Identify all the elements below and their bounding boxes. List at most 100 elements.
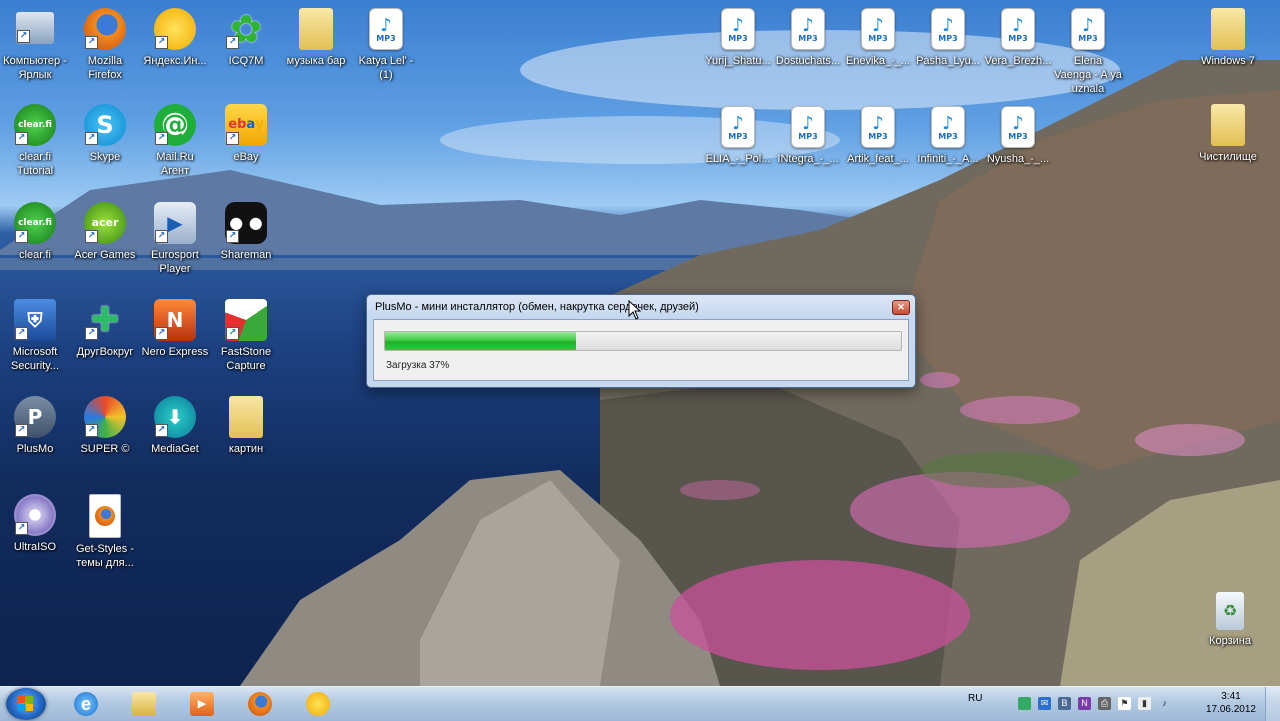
desktop-icon-ultraiso[interactable]: ↗ UltraISO [1, 494, 69, 554]
start-button[interactable] [6, 688, 46, 720]
clock[interactable]: 3:41 17.06.2012 [1206, 690, 1256, 716]
mail-icon[interactable]: ✉ [1038, 697, 1051, 710]
firefox-icon: ↗ [84, 8, 126, 50]
desktop-icon-drugvokrug[interactable]: ✚ ↗ ДругВокруг [71, 299, 139, 359]
desktop-icon-vera-brezh[interactable]: ♪ MP3 Vera_Brezh... [984, 8, 1052, 68]
language-indicator[interactable]: RU [968, 693, 982, 704]
desktop-icon-artik-feat[interactable]: ♪ MP3 Artik_feat_... [844, 106, 912, 166]
volume-icon[interactable]: ♪ [1158, 697, 1171, 710]
desktop-icon-ebay[interactable]: eb a y ↗ eBay [212, 104, 280, 164]
mp3-icon: ♪ MP3 [1071, 8, 1105, 50]
desktop-icon-computer[interactable]: ↗ Компьютер - Ярлык [1, 8, 69, 82]
desktop-icon-firefox[interactable]: ↗ Mozilla Firefox [71, 8, 139, 82]
desktop-icon-infiniti[interactable]: ♪ MP3 Infiniti_-_A... [914, 106, 982, 166]
battery-icon[interactable]: ▮ [1138, 697, 1151, 710]
clock-date: 17.06.2012 [1205, 704, 1256, 715]
desktop-icon-plusmo[interactable]: P ↗ PlusMo [1, 396, 69, 456]
clearfi-icon: clear.fi ↗ [14, 104, 56, 146]
download-status: Загрузка 37% [386, 360, 450, 371]
progress-bar [384, 331, 902, 351]
plusmo-icon: P ↗ [14, 396, 56, 438]
show-desktop-button[interactable] [1265, 687, 1280, 721]
mp3-icon: ♪ MP3 [861, 8, 895, 50]
desktop-icon-shareman[interactable]: ● ● ↗ Shareman [212, 202, 280, 262]
desktop-icon-kartin[interactable]: картин [212, 396, 280, 456]
media-player-icon: ▶ [190, 692, 214, 716]
flag-icon[interactable]: ⚑ [1118, 697, 1131, 710]
icq-icon: ✿ ↗ [225, 8, 267, 50]
desktop-icon-yurij-shatu[interactable]: ♪ MP3 Yurij_Shatu... [704, 8, 772, 68]
network-icon[interactable] [1018, 697, 1031, 710]
firefox-icon [248, 692, 272, 716]
desktop-icon-super[interactable]: ↗ SUPER © [71, 396, 139, 456]
folder-icon [299, 8, 333, 50]
desktop-icon-microsoft-security[interactable]: ⛨ ↗ Microsoft Security... [1, 299, 69, 373]
recycle-bin-icon: ♻ [1216, 592, 1244, 630]
skype-icon: S ↗ [84, 104, 126, 146]
desktop-icon-chistilishche[interactable]: Чистилище [1194, 104, 1262, 164]
mp3-icon: ♪ MP3 [861, 106, 895, 148]
yandex-icon [306, 692, 330, 716]
desktop-icon-acer-games[interactable]: acer ↗ Acer Games [71, 202, 139, 262]
desktop-icon-mailru-agent[interactable]: @ ↗ Mail.Ru Агент [141, 104, 209, 178]
mp3-icon: ♪ MP3 [791, 106, 825, 148]
system-tray: RU ✉ В N ⎙ ⚑ ▮ ♪ 3:41 17.06.2012 [960, 687, 1280, 721]
security-icon: ⛨ ↗ [14, 299, 56, 341]
printer-icon[interactable]: ⎙ [1098, 697, 1111, 710]
desktop-icon-muzyka-bar[interactable]: музыка бар [282, 8, 350, 68]
desktop-icon-dostuchats[interactable]: ♪ MP3 Dostuchats... [774, 8, 842, 68]
acer-games-icon: acer ↗ [84, 202, 126, 244]
mp3-icon: ♪ MP3 [931, 106, 965, 148]
desktop-icon-integra[interactable]: ♪ MP3 INtegra_-_... [774, 106, 842, 166]
mp3-icon: ♪ MP3 [721, 8, 755, 50]
desktop-icon-eurosport[interactable]: ▶ ↗ Eurosport Player [141, 202, 209, 276]
taskbar-firefox[interactable] [234, 689, 286, 719]
super-icon: ↗ [84, 396, 126, 438]
folder-icon [1211, 104, 1245, 146]
taskbar-internet-explorer[interactable]: e [60, 689, 112, 719]
desktop-icon-enevika[interactable]: ♪ MP3 Enevika_-_... [844, 8, 912, 68]
mp3-icon: ♪ MP3 [721, 106, 755, 148]
desktop-icon-recycle-bin[interactable]: ♻ Корзина [1196, 592, 1264, 648]
faststone-icon: ↗ [225, 299, 267, 341]
mp3-icon: ♪ MP3 [931, 8, 965, 50]
internet-explorer-icon: e [74, 692, 98, 716]
taskbar-yandex[interactable] [292, 689, 344, 719]
eurosport-icon: ▶ ↗ [154, 202, 196, 244]
dialog-body: Загрузка 37% [373, 319, 909, 381]
desktop[interactable]: ↗ Компьютер - Ярлык clear.fi ↗ clear.fi T… [0, 0, 1280, 686]
mp3-icon: ♪ MP3 [369, 8, 403, 50]
mp3-icon: ♪ MP3 [791, 8, 825, 50]
desktop-icon-clearfi[interactable]: clear.fi ↗ clear.fi [1, 202, 69, 262]
desktop-icon-icq[interactable]: ✿ ↗ ICQ7M [212, 8, 280, 68]
desktop-icon-skype[interactable]: S ↗ Skype [71, 104, 139, 164]
folder-icon [1211, 8, 1245, 50]
desktop-icon-windows7[interactable]: Windows 7 [1194, 8, 1262, 68]
yandex-icon: ↗ [154, 8, 196, 50]
windows-logo-icon [18, 696, 34, 712]
desktop-icon-get-styles[interactable]: Get-Styles - темы для... [71, 494, 139, 570]
desktop-icon-nero-express[interactable]: N ↗ Nero Express [141, 299, 209, 359]
desktop-icon-pasha-lyu[interactable]: ♪ MP3 Pasha_Lyu... [914, 8, 982, 68]
desktop-icon-faststone[interactable]: ↗ FastStone Capture [212, 299, 280, 373]
close-button[interactable]: ✕ [892, 300, 910, 315]
nero-icon: N ↗ [154, 299, 196, 341]
taskbar-explorer[interactable] [118, 689, 170, 719]
desktop-icon-elena-vaenga[interactable]: ♪ MP3 Elena Vaenga - A ya uznala [1054, 8, 1122, 96]
mouse-cursor-icon [628, 300, 642, 320]
desktop-icon-clearfi-tutorial[interactable]: clear.fi ↗ clear.fi Tutorial [1, 104, 69, 178]
vkontakte-icon[interactable]: В [1058, 697, 1071, 710]
desktop-icon-mediaget[interactable]: ⬇ ↗ MediaGet [141, 396, 209, 456]
explorer-folder-icon [132, 692, 156, 716]
ebay-icon: eb a y ↗ [225, 104, 267, 146]
taskbar-media-player[interactable]: ▶ [176, 689, 228, 719]
taskbar: e ▶ RU ✉ В N ⎙ ⚑ ▮ ♪ 3:41 17.06.2012 [0, 686, 1280, 721]
desktop-icon-elia-pol[interactable]: ♪ MP3 ELIA_-_Pol... [704, 106, 772, 166]
onenote-icon[interactable]: N [1078, 697, 1091, 710]
desktop-icon-nyusha[interactable]: ♪ MP3 Nyusha_-_... [984, 106, 1052, 166]
drugvokrug-icon: ✚ ↗ [84, 299, 126, 341]
progress-fill [385, 332, 576, 350]
shareman-icon: ● ● ↗ [225, 202, 267, 244]
desktop-icon-yandex[interactable]: ↗ Яндекс.Ин... [141, 8, 209, 68]
desktop-icon-katya-lel[interactable]: ♪ MP3 Katya Lel' - (1) [352, 8, 420, 82]
